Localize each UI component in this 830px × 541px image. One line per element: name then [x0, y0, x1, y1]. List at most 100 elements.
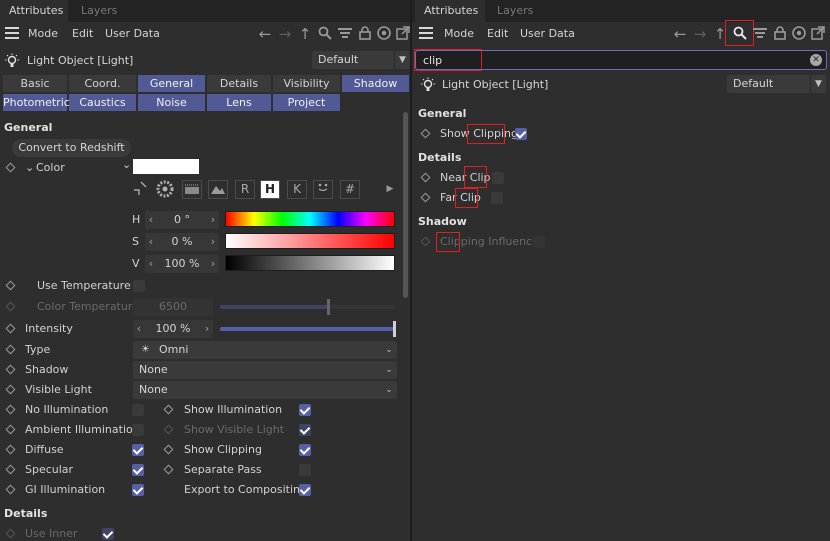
saturation-field[interactable]: ‹ 0 % › [145, 233, 219, 251]
hsv-mode-icon[interactable]: H [260, 180, 280, 199]
color-temperature-slider[interactable] [220, 299, 395, 315]
preset-dropdown[interactable]: Default ▼ [727, 75, 826, 93]
scrollbar[interactable] [403, 112, 408, 298]
tab-attributes[interactable]: Attributes [0, 0, 68, 22]
show-illumination-checkbox[interactable] [299, 404, 311, 416]
forward-arrow-icon[interactable]: → [692, 26, 708, 42]
near-clip-checkbox[interactable] [492, 172, 504, 184]
saturation-gradient-slider[interactable] [225, 233, 395, 249]
image-picker-icon[interactable] [208, 180, 228, 199]
show-clipping-checkbox[interactable] [515, 128, 527, 140]
keyframe-diamond-icon[interactable] [163, 424, 174, 435]
menu-edit[interactable]: Edit [72, 27, 93, 40]
preset-dropdown[interactable]: Default ▼ [312, 51, 410, 69]
keyframe-diamond-icon[interactable] [420, 236, 431, 247]
up-arrow-icon[interactable]: ↑ [297, 26, 313, 42]
hue-gradient-slider[interactable] [225, 211, 395, 227]
menu-user-data[interactable]: User Data [105, 27, 160, 40]
clear-search-icon[interactable]: ✕ [810, 54, 822, 66]
keyframe-diamond-icon[interactable] [5, 162, 16, 173]
color-picker-icon[interactable] [132, 180, 148, 196]
decrement-icon[interactable]: ‹ [145, 211, 157, 229]
tab-caustics[interactable]: Caustics [69, 94, 136, 111]
keyframe-diamond-icon[interactable] [5, 424, 16, 435]
slider-knob[interactable] [393, 321, 396, 337]
new-window-icon[interactable] [395, 26, 410, 42]
gi-illumination-checkbox[interactable] [132, 484, 144, 496]
forward-arrow-icon[interactable]: → [277, 26, 293, 42]
back-arrow-icon[interactable]: ← [672, 26, 688, 42]
keyframe-diamond-icon[interactable] [163, 404, 174, 415]
rgb-mode-icon[interactable]: R [235, 180, 255, 199]
tab-coord[interactable]: Coord. [69, 75, 136, 92]
search-icon[interactable] [317, 26, 333, 42]
value-field[interactable]: ‹ 100 % › [145, 255, 219, 273]
clipping-influence-checkbox[interactable] [533, 236, 545, 248]
intensity-slider[interactable] [220, 321, 396, 337]
keyframe-diamond-icon[interactable] [5, 364, 16, 375]
back-arrow-icon[interactable]: ← [257, 26, 273, 42]
no-illumination-checkbox[interactable] [132, 404, 144, 416]
tab-visibility[interactable]: Visibility [273, 75, 340, 92]
separate-pass-checkbox[interactable] [299, 464, 311, 476]
tab-basic[interactable]: Basic [3, 75, 67, 92]
keyframe-diamond-icon[interactable] [5, 344, 16, 355]
tab-lens[interactable]: Lens [207, 94, 271, 111]
target-icon[interactable] [791, 26, 807, 42]
intensity-field[interactable]: ‹ 100 % › [133, 320, 213, 338]
type-dropdown[interactable]: ☀ Omni ⌄ [133, 341, 397, 359]
filter-icon[interactable] [337, 26, 353, 42]
show-visible-light-checkbox[interactable] [299, 424, 311, 436]
color-mixer-icon[interactable] [313, 180, 333, 199]
keyframe-diamond-icon[interactable] [5, 484, 16, 495]
hamburger-menu-icon[interactable] [5, 27, 19, 39]
menu-mode[interactable]: Mode [444, 27, 474, 40]
increment-icon[interactable]: › [207, 255, 219, 273]
export-to-compositing-checkbox[interactable] [299, 484, 311, 496]
keyframe-diamond-icon[interactable] [5, 464, 16, 475]
decrement-icon[interactable]: ‹ [145, 233, 157, 251]
menu-edit[interactable]: Edit [487, 27, 508, 40]
specular-checkbox[interactable] [132, 464, 144, 476]
value-gradient-slider[interactable] [225, 255, 395, 271]
target-icon[interactable] [376, 26, 392, 42]
decrement-icon[interactable]: ‹ [133, 320, 145, 338]
ambient-illumination-checkbox[interactable] [132, 424, 144, 436]
tab-photometric[interactable]: Photometric [3, 94, 70, 111]
diffuse-checkbox[interactable] [132, 444, 144, 456]
keyframe-diamond-icon[interactable] [5, 280, 16, 291]
keyframe-diamond-icon[interactable] [5, 404, 16, 415]
color-spectrum-icon[interactable] [182, 180, 202, 199]
expand-arrow-icon[interactable]: ▶ [382, 181, 398, 197]
tab-noise[interactable]: Noise [138, 94, 205, 111]
convert-to-redshift-button[interactable]: Convert to Redshift [12, 139, 131, 157]
keyframe-diamond-icon[interactable] [420, 172, 431, 183]
increment-icon[interactable]: › [201, 320, 213, 338]
far-clip-checkbox[interactable] [491, 192, 503, 204]
tab-layers[interactable]: Layers [72, 0, 126, 22]
chevron-down-icon[interactable]: ⌄ [25, 161, 34, 174]
tab-shadow[interactable]: Shadow [342, 75, 409, 92]
hex-mode-icon[interactable]: # [340, 180, 360, 199]
keyframe-diamond-icon[interactable] [163, 464, 174, 475]
keyframe-diamond-icon[interactable] [5, 384, 16, 395]
keyframe-diamond-icon[interactable] [5, 323, 16, 334]
use-inner-checkbox[interactable] [102, 528, 114, 540]
keyframe-diamond-icon[interactable] [420, 192, 431, 203]
visible-light-dropdown[interactable]: None ⌄ [133, 381, 397, 399]
lock-icon[interactable] [772, 26, 788, 42]
lock-icon[interactable] [357, 26, 373, 42]
kelvin-mode-icon[interactable]: K [287, 180, 307, 199]
chevron-down-icon[interactable]: ⌄ [122, 158, 131, 171]
shadow-dropdown[interactable]: None ⌄ [133, 361, 397, 379]
tab-layers[interactable]: Layers [488, 0, 542, 22]
menu-user-data[interactable]: User Data [520, 27, 575, 40]
tab-general[interactable]: General [138, 75, 205, 92]
tab-details[interactable]: Details [207, 75, 271, 92]
slider-knob[interactable] [327, 299, 330, 315]
new-window-icon[interactable] [810, 26, 826, 42]
decrement-icon[interactable]: ‹ [145, 255, 157, 273]
menu-mode[interactable]: Mode [28, 27, 58, 40]
color-temperature-field[interactable]: 6500 [133, 298, 213, 316]
use-temperature-checkbox[interactable] [133, 280, 145, 292]
